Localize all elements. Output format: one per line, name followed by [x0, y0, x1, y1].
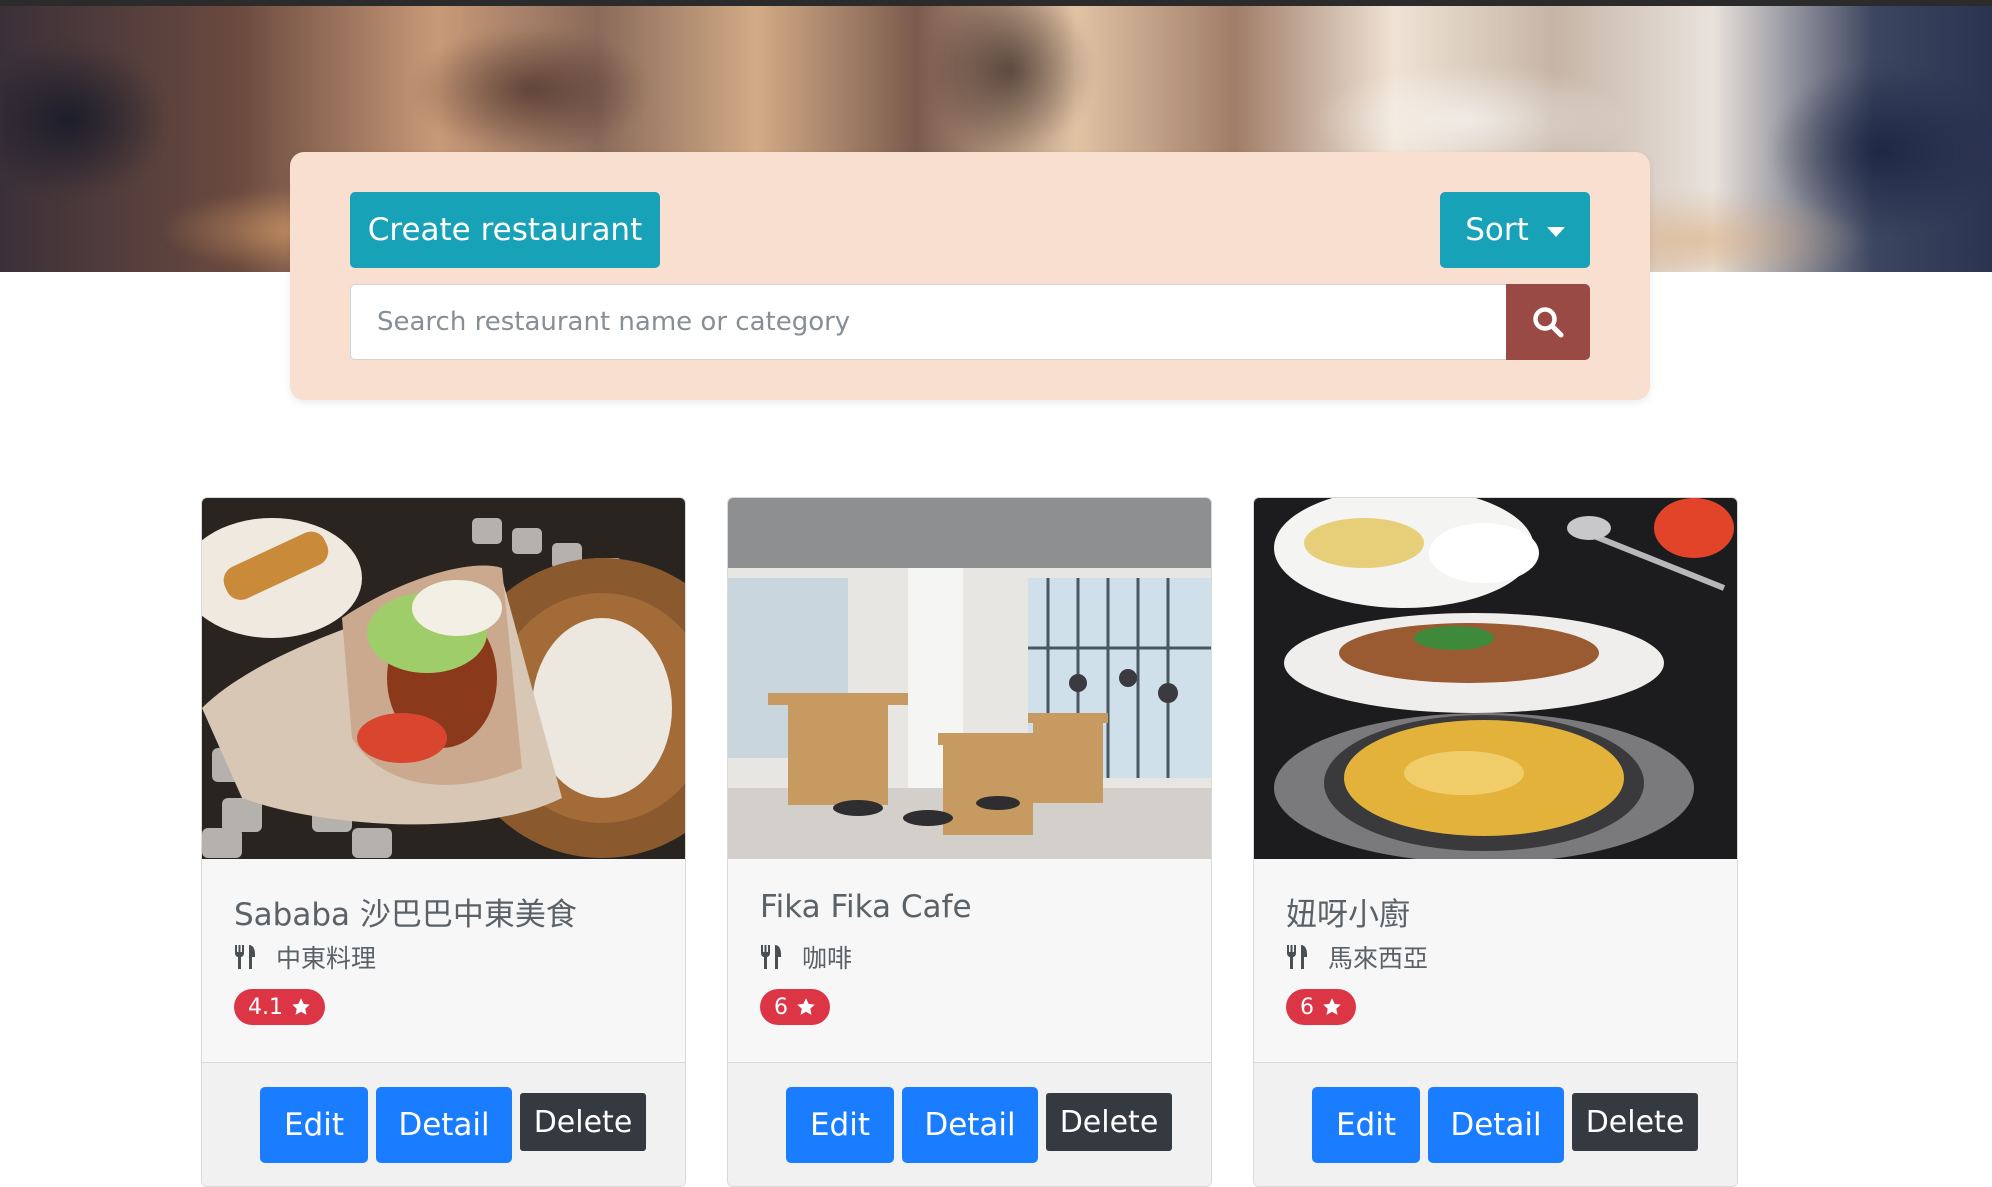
detail-button[interactable]: Detail — [1428, 1087, 1564, 1163]
restaurant-photo[interactable] — [728, 498, 1211, 859]
rating-value: 6 — [1300, 994, 1314, 1020]
restaurant-photo[interactable] — [1254, 498, 1737, 859]
category-label: 中東料理 — [276, 944, 377, 973]
restaurant-card: Sababa 沙巴巴中東美食 中東料理 4.1 Edit Detail Dele… — [201, 497, 686, 1187]
delete-button[interactable]: Delete — [1046, 1093, 1172, 1151]
category-label: 咖啡 — [802, 944, 853, 973]
card-body: 妞呀小廚 馬來西亞 6 — [1254, 859, 1737, 1062]
rating-badge: 6 — [760, 989, 830, 1025]
delete-button[interactable]: Delete — [1572, 1093, 1698, 1151]
create-restaurant-label: Create restaurant — [367, 212, 643, 248]
star-icon — [292, 998, 310, 1015]
edit-button[interactable]: Edit — [1312, 1087, 1420, 1163]
window-top-border — [0, 0, 1992, 6]
category-label: 馬來西亞 — [1328, 944, 1429, 973]
restaurant-card: 妞呀小廚 馬來西亞 6 Edit Detail Delete — [1253, 497, 1738, 1187]
sort-dropdown-button[interactable]: Sort — [1440, 192, 1590, 268]
search-button[interactable] — [1506, 284, 1590, 360]
card-footer: Edit Detail Delete — [202, 1062, 685, 1186]
restaurant-category: 咖啡 — [760, 939, 852, 975]
card-body: Fika Fika Cafe 咖啡 6 — [728, 859, 1211, 1062]
detail-button[interactable]: Detail — [376, 1087, 512, 1163]
restaurant-name: 妞呀小廚 — [1286, 897, 1410, 933]
search-input[interactable] — [350, 284, 1508, 360]
star-icon — [1323, 998, 1341, 1015]
card-body: Sababa 沙巴巴中東美食 中東料理 4.1 — [202, 859, 685, 1062]
card-footer: Edit Detail Delete — [728, 1062, 1211, 1186]
star-icon — [797, 998, 815, 1015]
control-panel: Create restaurant Sort — [290, 152, 1650, 400]
restaurant-card: Fika Fika Cafe 咖啡 6 Edit Detail Delete — [727, 497, 1212, 1187]
rating-value: 4.1 — [248, 994, 283, 1020]
rating-value: 6 — [774, 994, 788, 1020]
utensils-icon — [1287, 945, 1307, 969]
card-footer: Edit Detail Delete — [1254, 1062, 1737, 1186]
restaurant-name: Fika Fika Cafe — [760, 889, 972, 925]
detail-button[interactable]: Detail — [902, 1087, 1038, 1163]
utensils-icon — [761, 945, 781, 969]
caret-down-icon — [1546, 227, 1565, 237]
delete-button[interactable]: Delete — [520, 1093, 646, 1151]
edit-button[interactable]: Edit — [786, 1087, 894, 1163]
sort-label: Sort — [1465, 212, 1529, 248]
rating-badge: 6 — [1286, 989, 1356, 1025]
restaurant-name: Sababa 沙巴巴中東美食 — [234, 897, 577, 933]
create-restaurant-button[interactable]: Create restaurant — [350, 192, 660, 268]
restaurant-category: 馬來西亞 — [1286, 939, 1428, 975]
utensils-icon — [235, 945, 255, 969]
restaurant-photo[interactable] — [202, 498, 685, 859]
restaurant-category: 中東料理 — [234, 939, 376, 975]
edit-button[interactable]: Edit — [260, 1087, 368, 1163]
search-icon — [1533, 307, 1564, 338]
rating-badge: 4.1 — [234, 989, 325, 1025]
